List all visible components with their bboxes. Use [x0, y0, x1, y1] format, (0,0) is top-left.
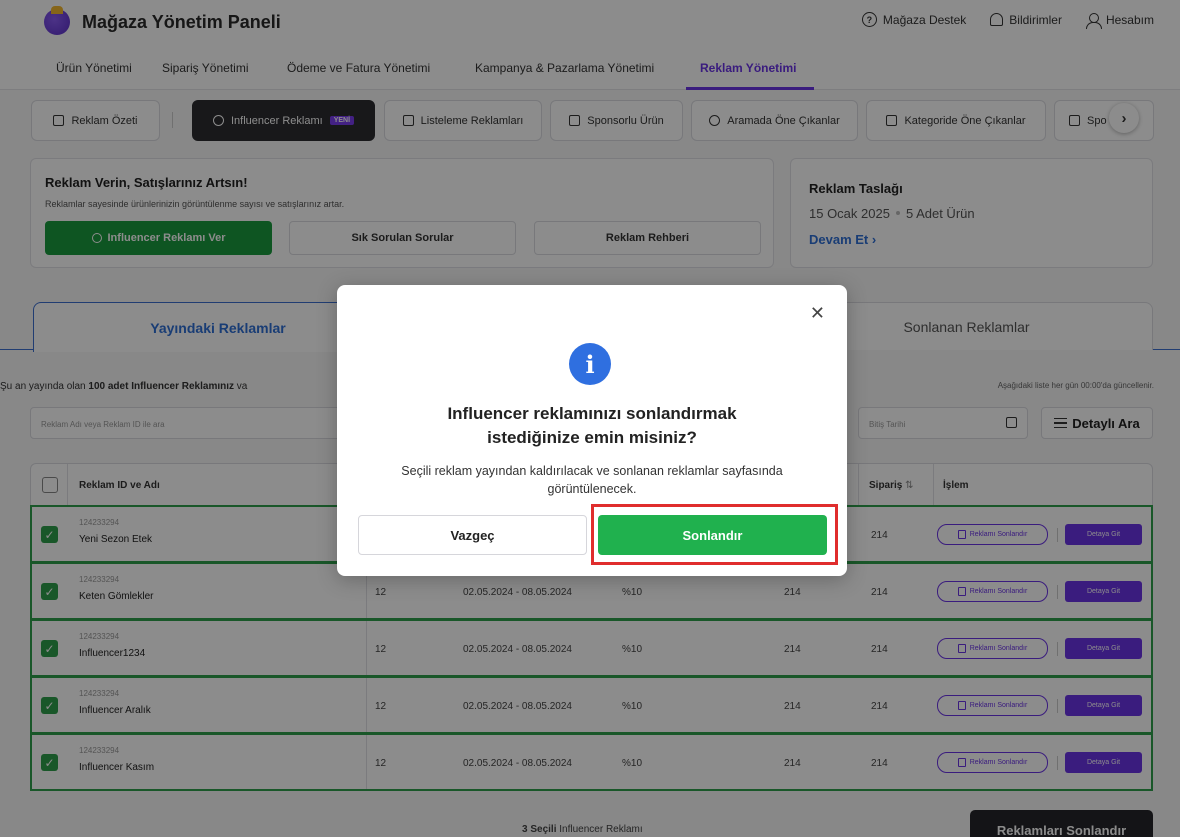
- close-icon[interactable]: ✕: [810, 304, 825, 322]
- info-icon: i: [569, 343, 611, 385]
- cancel-button[interactable]: Vazgeç: [358, 515, 587, 555]
- dialog-message: Seçili reklam yayından kaldırılacak ve s…: [401, 464, 783, 496]
- highlight-annotation: [591, 504, 838, 565]
- dialog-title: Influencer reklamınızı sonlandırmak iste…: [447, 404, 737, 447]
